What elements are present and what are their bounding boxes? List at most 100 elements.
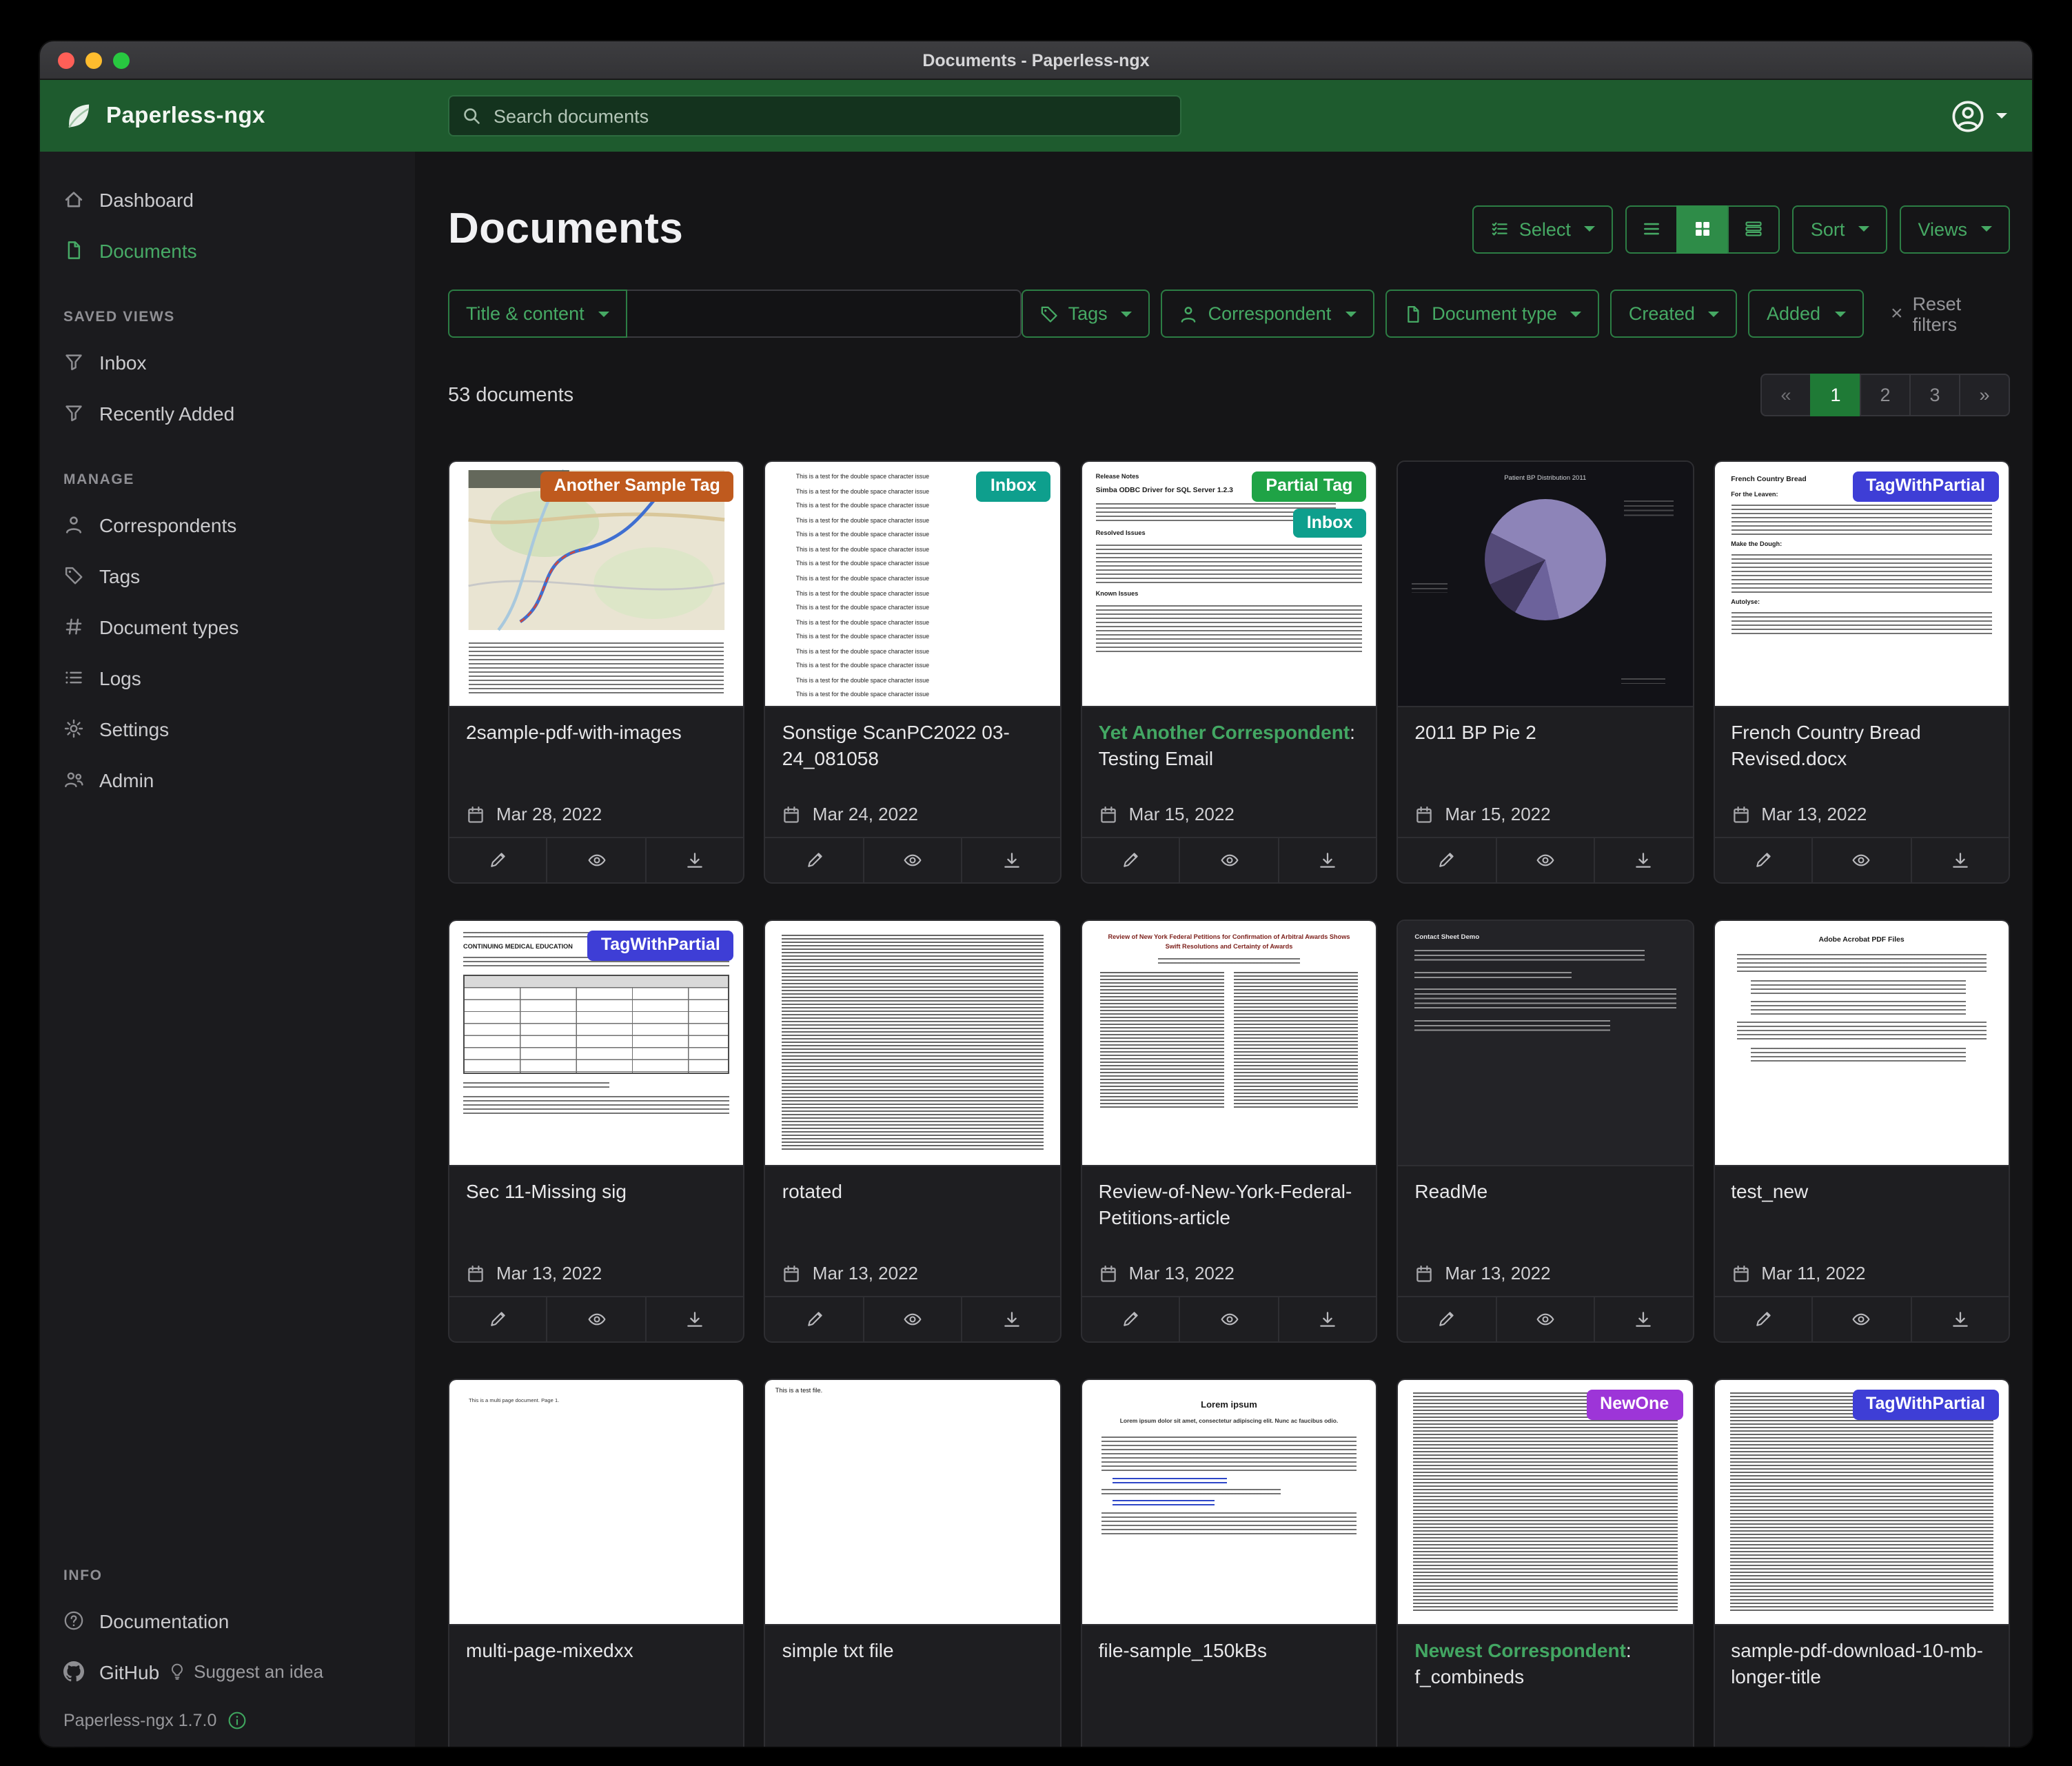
document-title-link[interactable]: simple txt file	[782, 1638, 1044, 1664]
view-button[interactable]	[547, 1297, 645, 1341]
document-thumbnail[interactable]: CONTINUING MEDICAL EDUCATION TagWithPart…	[449, 921, 744, 1166]
document-title-link[interactable]: test_new	[1731, 1179, 1992, 1205]
document-title-link[interactable]: Sonstige ScanPC2022 03-24_081058	[782, 720, 1044, 772]
sidebar-item-recently-added[interactable]: Recently Added	[40, 387, 415, 438]
correspondent-filter-button[interactable]: Correspondent	[1161, 290, 1374, 338]
document-title-link[interactable]: 2sample-pdf-with-images	[466, 720, 727, 746]
sidebar-item-settings[interactable]: Settings	[40, 703, 415, 754]
tag-badge[interactable]: TagWithPartial	[1852, 471, 1999, 501]
sidebar-item-inbox[interactable]: Inbox	[40, 336, 415, 387]
view-button[interactable]	[547, 838, 645, 882]
sidebar-item-tags[interactable]: Tags	[40, 550, 415, 601]
info-icon[interactable]	[227, 1711, 247, 1730]
document-type-filter-button[interactable]: Document type	[1385, 290, 1600, 338]
close-button[interactable]	[58, 52, 74, 68]
search-bar[interactable]	[448, 95, 1181, 136]
tags-filter-button[interactable]: Tags	[1022, 290, 1150, 338]
download-button[interactable]	[1277, 1297, 1376, 1341]
pagination-next-button[interactable]: »	[1959, 374, 2010, 416]
created-filter-button[interactable]: Created	[1611, 290, 1738, 338]
sidebar-item-dashboard[interactable]: Dashboard	[40, 174, 415, 225]
tag-badge[interactable]: NewOne	[1586, 1390, 1683, 1419]
user-menu-button[interactable]	[1951, 99, 2032, 133]
view-grid-button[interactable]	[1677, 205, 1729, 253]
sidebar-item-documents[interactable]: Documents	[40, 225, 415, 276]
pagination-page-2[interactable]: 2	[1860, 374, 1911, 416]
document-title-link[interactable]: Review-of-New-York-Federal-Petitions-art…	[1099, 1179, 1360, 1231]
document-title-link[interactable]: sample-pdf-download-10-mb-longer-title	[1731, 1638, 1992, 1690]
document-thumbnail[interactable]: Adobe Acrobat PDF Files	[1714, 921, 2009, 1166]
tag-badge[interactable]: Partial Tag	[1252, 471, 1366, 501]
download-button[interactable]	[645, 838, 744, 882]
download-button[interactable]	[645, 1297, 744, 1341]
document-title-link[interactable]: rotated	[782, 1179, 1044, 1205]
sidebar-item-document-types[interactable]: Document types	[40, 601, 415, 652]
sidebar-item-correspondents[interactable]: Correspondents	[40, 499, 415, 550]
sidebar-item-suggest-idea[interactable]: Suggest an idea	[167, 1661, 340, 1682]
document-title-link[interactable]: 2011 BP Pie 2	[1414, 720, 1676, 746]
view-list-button[interactable]	[1626, 205, 1678, 253]
view-button[interactable]	[1811, 838, 1910, 882]
document-thumbnail[interactable]: NewOne	[1398, 1380, 1692, 1625]
added-filter-button[interactable]: Added	[1749, 290, 1863, 338]
edit-button[interactable]	[1398, 838, 1495, 882]
document-thumbnail[interactable]: TagWithPartial	[1714, 1380, 2009, 1625]
download-button[interactable]	[1277, 838, 1376, 882]
zoom-button[interactable]	[113, 52, 130, 68]
document-thumbnail[interactable]: This is a test file.	[766, 1380, 1060, 1625]
document-thumbnail[interactable]: Review of New York Federal Petitions for…	[1082, 921, 1377, 1166]
document-thumbnail[interactable]: This is a multi page document. Page 1.	[449, 1380, 744, 1625]
edit-button[interactable]	[1714, 1297, 1811, 1341]
minimize-button[interactable]	[85, 52, 102, 68]
sort-button[interactable]: Sort	[1793, 205, 1888, 253]
sidebar-item-admin[interactable]: Admin	[40, 754, 415, 805]
document-thumbnail[interactable]	[766, 921, 1060, 1166]
document-thumbnail[interactable]: This is a test for the double space char…	[766, 462, 1060, 707]
search-input[interactable]	[491, 104, 1168, 128]
document-correspondent[interactable]: Yet Another Correspondent	[1099, 721, 1350, 743]
view-button[interactable]	[1495, 1297, 1594, 1341]
download-button[interactable]	[962, 838, 1060, 882]
view-button[interactable]	[1179, 1297, 1278, 1341]
document-title-link[interactable]: ReadMe	[1414, 1179, 1676, 1205]
tag-badge[interactable]: TagWithPartial	[1852, 1390, 1999, 1419]
document-thumbnail[interactable]: Lorem ipsum Lorem ipsum dolor sit amet, …	[1082, 1380, 1377, 1625]
document-title-link[interactable]: file-sample_150kBs	[1099, 1638, 1360, 1664]
document-title-link[interactable]: Yet Another Correspondent: Testing Email	[1099, 720, 1360, 772]
edit-button[interactable]	[1082, 1297, 1179, 1341]
tag-badge[interactable]: Inbox	[977, 471, 1050, 501]
edit-button[interactable]	[449, 838, 547, 882]
edit-button[interactable]	[1398, 1297, 1495, 1341]
document-thumbnail[interactable]: Contact Sheet Demo	[1398, 921, 1692, 1166]
view-button[interactable]	[863, 838, 962, 882]
edit-button[interactable]	[766, 838, 863, 882]
view-button[interactable]	[1495, 838, 1594, 882]
edit-button[interactable]	[1082, 838, 1179, 882]
views-button[interactable]: Views	[1900, 205, 2010, 253]
download-button[interactable]	[1594, 1297, 1692, 1341]
document-thumbnail[interactable]: Release Notes Simba ODBC Driver for SQL …	[1082, 462, 1377, 707]
pagination-page-1[interactable]: 1	[1810, 374, 1861, 416]
view-button[interactable]	[1811, 1297, 1910, 1341]
edit-button[interactable]	[1714, 838, 1811, 882]
app-brand[interactable]: Paperless-ngx	[40, 101, 425, 131]
view-details-button[interactable]	[1728, 205, 1780, 253]
tag-badge[interactable]: Inbox	[1293, 508, 1367, 538]
document-title-link[interactable]: Sec 11-Missing sig	[466, 1179, 727, 1205]
sidebar-item-documentation[interactable]: Documentation	[40, 1595, 415, 1646]
title-content-filter-button[interactable]: Title & content	[448, 290, 627, 338]
download-button[interactable]	[1910, 1297, 2009, 1341]
edit-button[interactable]	[449, 1297, 547, 1341]
title-content-input[interactable]	[627, 290, 1022, 338]
document-thumbnail[interactable]: Patient BP Distribution 2011	[1398, 462, 1692, 707]
document-thumbnail[interactable]: Another Sample Tag	[449, 462, 744, 707]
edit-button[interactable]	[766, 1297, 863, 1341]
download-button[interactable]	[1910, 838, 2009, 882]
reset-filters-button[interactable]: × Reset filters	[1891, 293, 2010, 334]
download-button[interactable]	[962, 1297, 1060, 1341]
pagination-prev-button[interactable]: «	[1760, 374, 1811, 416]
download-button[interactable]	[1594, 838, 1692, 882]
document-title-link[interactable]: French Country Bread Revised.docx	[1731, 720, 1992, 772]
select-button[interactable]: Select	[1472, 205, 1614, 253]
sidebar-item-github[interactable]: GitHub	[40, 1646, 167, 1697]
